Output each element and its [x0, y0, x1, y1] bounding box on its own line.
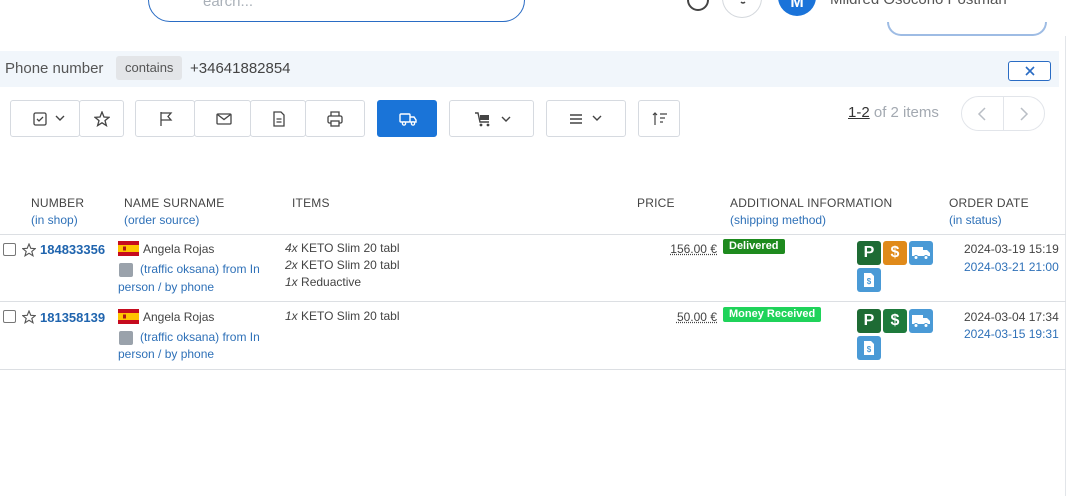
bell-icon	[740, 1, 746, 4]
pager-info: 1-2 of 2 items	[848, 104, 939, 121]
svg-text:$: $	[867, 277, 872, 286]
help-icon[interactable]	[687, 0, 709, 11]
truck-icon	[909, 241, 933, 265]
payment-icon: $	[883, 241, 907, 265]
notifications-button[interactable]	[722, 0, 762, 18]
flag-icon	[160, 112, 173, 126]
svg-text:$: $	[867, 345, 872, 354]
column-order-date[interactable]: ORDER DATE (in status)	[949, 195, 1029, 228]
top-header: earch... M Mildred Osocorio Postman	[0, 0, 1066, 36]
parking-icon: P	[857, 309, 881, 333]
row-divider	[0, 301, 1066, 302]
customer-name: Angela Rojas	[143, 310, 215, 324]
truck-icon	[909, 309, 933, 333]
print-icon	[327, 111, 343, 127]
status-date: 2024-03-21 21:00	[964, 260, 1059, 274]
status-badge: Money Received	[723, 307, 822, 322]
search-icon	[169, 0, 185, 3]
row-checkbox[interactable]	[3, 310, 16, 323]
row-checkbox[interactable]	[3, 243, 16, 256]
order-source-line2[interactable]: person / by phone	[118, 346, 278, 363]
checkbox-icon	[33, 112, 47, 126]
pager-divider	[1003, 97, 1004, 130]
column-number[interactable]: NUMBER (in shop)	[31, 195, 84, 228]
sort-icon	[652, 112, 667, 125]
list-item: 1x KETO Slim 20 tabl	[285, 309, 400, 323]
flag-button[interactable]	[135, 100, 195, 137]
search-bar[interactable]: earch...	[148, 0, 525, 22]
column-name[interactable]: NAME SURNAME (order source)	[124, 195, 224, 228]
menu-button[interactable]	[546, 100, 626, 137]
truck-icon	[399, 113, 417, 126]
chevron-down-icon	[501, 116, 511, 122]
status-date: 2024-03-15 19:31	[964, 327, 1059, 341]
chevron-down-icon[interactable]	[1030, 0, 1040, 2]
email-button[interactable]	[194, 100, 251, 137]
column-items[interactable]: ITEMS	[292, 195, 330, 211]
cart-icon	[475, 112, 490, 127]
chevron-down-icon	[55, 115, 65, 121]
document-icon	[273, 111, 285, 127]
list-item: 4x KETO Slim 20 tabl	[285, 241, 400, 255]
clear-filter-button[interactable]	[1008, 61, 1051, 81]
column-price[interactable]: PRICE	[637, 195, 675, 211]
items-list: 4x KETO Slim 20 tabl 2x KETO Slim 20 tab…	[285, 240, 400, 291]
person-icon	[119, 331, 133, 345]
status-badge: Delivered	[723, 239, 785, 254]
filter-operator: contains	[116, 56, 183, 80]
order-date: 2024-03-19 15:19	[964, 242, 1059, 256]
items-list: 1x KETO Slim 20 tabl	[285, 308, 400, 325]
chevron-down-icon	[592, 115, 602, 121]
filter-field: Phone number	[5, 60, 104, 77]
avatar[interactable]: M	[778, 0, 816, 16]
order-source-line2[interactable]: person / by phone	[118, 279, 278, 296]
order-number[interactable]: 181358139	[40, 310, 105, 325]
invoice-icon: $	[857, 268, 881, 292]
pager-range[interactable]: 1-2	[848, 104, 870, 121]
filter-bar: Phone number contains +34641882854	[0, 51, 1059, 87]
star-icon[interactable]	[22, 310, 36, 324]
print-button[interactable]	[305, 100, 365, 137]
order-price: 50.00 €	[676, 310, 717, 324]
mail-icon	[216, 113, 232, 125]
pager-controls	[961, 96, 1045, 131]
row-divider	[0, 369, 1066, 370]
menu-icon	[570, 114, 582, 124]
chevron-right-icon[interactable]	[1019, 107, 1029, 121]
user-name[interactable]: Mildred Osocorio Postman	[830, 0, 1007, 8]
customer-name: Angela Rojas	[143, 242, 215, 256]
arrow-right-icon[interactable]	[496, 0, 510, 1]
order-date: 2024-03-04 17:34	[964, 310, 1059, 324]
favorite-button[interactable]	[79, 100, 124, 137]
chevron-left-icon[interactable]	[977, 107, 987, 121]
pager-total: of 2 items	[869, 104, 939, 121]
invoice-icon: $	[857, 336, 881, 360]
column-additional-info[interactable]: ADDITIONAL INFORMATION (shipping method)	[730, 195, 892, 228]
cart-button[interactable]	[449, 100, 534, 137]
list-item: 1x Reduactive	[285, 275, 362, 289]
star-icon	[94, 111, 110, 127]
parking-icon: P	[857, 241, 881, 265]
filter-value: +34641882854	[190, 60, 291, 77]
order-source[interactable]: (traffic oksana) from In	[140, 329, 300, 346]
document-button[interactable]	[250, 100, 306, 137]
spain-flag-icon	[118, 309, 139, 324]
list-item: 2x KETO Slim 20 tabl	[285, 258, 400, 272]
close-icon	[1025, 66, 1035, 76]
order-source[interactable]: (traffic oksana) from In	[140, 261, 300, 278]
spain-flag-icon	[118, 241, 139, 256]
header-action-button[interactable]	[887, 22, 1047, 36]
order-price: 156.00 €	[670, 242, 717, 256]
star-icon[interactable]	[22, 243, 36, 257]
order-number[interactable]: 184833356	[40, 242, 105, 257]
search-input[interactable]: earch...	[203, 0, 253, 10]
header-divider	[0, 234, 1066, 235]
payment-icon: $	[883, 309, 907, 333]
sort-button[interactable]	[638, 100, 680, 137]
shipping-button[interactable]	[377, 100, 437, 137]
person-icon	[119, 263, 133, 277]
select-all-button[interactable]	[10, 100, 80, 137]
